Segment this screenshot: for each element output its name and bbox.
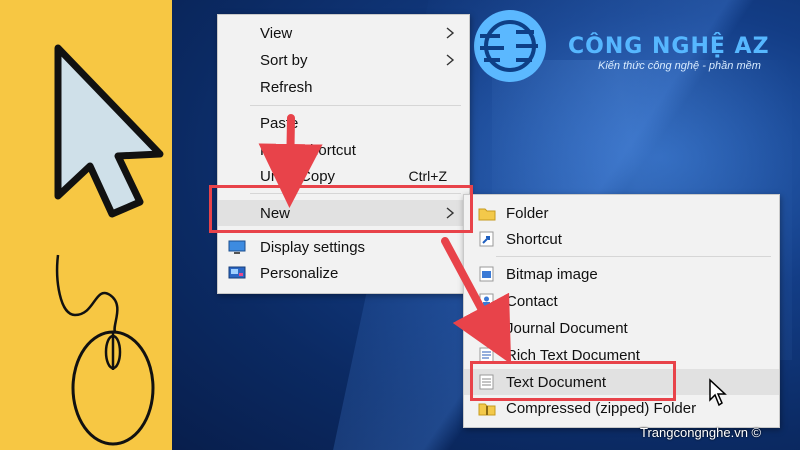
folder-icon [478, 208, 496, 221]
screenshot-stage: CÔNG NGHỆ AZ Kiến thức công nghệ - phần … [0, 0, 800, 450]
journal-icon [479, 320, 494, 336]
menu-item-refresh[interactable]: Refresh [218, 75, 469, 99]
chevron-right-icon [446, 54, 455, 66]
watermark-credit: Trangcongnghe.vn © [640, 425, 762, 440]
menu-item-label: Personalize [260, 264, 339, 282]
menu-item-sort-by[interactable]: Sort by [218, 48, 469, 72]
menu-item-label: Paste [260, 114, 299, 132]
shortcut-icon [479, 231, 494, 247]
brand-name: CÔNG NGHỆ AZ [568, 34, 770, 59]
menu-separator [250, 105, 461, 106]
new-item-highlight-box [209, 185, 473, 233]
submenu-item-label: Contact [506, 292, 558, 310]
mouse-icon [55, 254, 155, 446]
submenu-item-folder[interactable]: Folder [464, 201, 779, 225]
submenu-item-contact[interactable]: Contact [464, 289, 779, 313]
submenu-item-label: Compressed (zipped) Folder [506, 399, 697, 417]
brand-logo-icon [474, 10, 546, 82]
menu-item-shortcut: Ctrl+Z [408, 168, 448, 184]
menu-item-label: View [260, 24, 293, 42]
submenu-item-shortcut[interactable]: Shortcut [464, 227, 779, 251]
big-cursor-icon [54, 44, 164, 218]
submenu-item-journal-document[interactable]: Journal Document [464, 316, 779, 340]
personalize-icon [228, 266, 246, 279]
submenu-item-label: Shortcut [506, 230, 562, 248]
submenu-item-bitmap-image[interactable]: Bitmap image [464, 262, 779, 286]
menu-item-label: Sort by [260, 51, 308, 69]
contact-icon [479, 293, 494, 309]
menu-item-display-settings[interactable]: Display settings [218, 235, 469, 259]
bitmap-icon [479, 266, 494, 282]
display-settings-icon [228, 240, 246, 254]
brand-tagline: Kiến thức công nghệ - phần mềm [598, 60, 761, 72]
submenu-item-label: Folder [506, 204, 549, 222]
desktop-context-menu: View Sort by Refresh Paste Paste shortcu… [217, 14, 470, 294]
menu-item-view[interactable]: View [218, 21, 469, 45]
menu-item-label: Undo Copy [260, 167, 336, 185]
left-decorative-panel [0, 0, 172, 450]
menu-item-personalize[interactable]: Personalize [218, 261, 469, 285]
menu-item-label: Refresh [260, 78, 313, 96]
text-document-highlight-box [470, 361, 676, 401]
menu-item-label: Paste shortcut [260, 141, 356, 159]
submenu-item-label: Bitmap image [506, 265, 598, 283]
chevron-right-icon [446, 27, 455, 39]
menu-item-paste[interactable]: Paste [218, 111, 469, 135]
menu-item-paste-shortcut[interactable]: Paste shortcut [218, 138, 469, 162]
menu-item-label: Display settings [260, 238, 366, 256]
submenu-item-label: Journal Document [506, 319, 628, 337]
menu-separator [496, 256, 771, 257]
zip-folder-icon [478, 403, 496, 416]
mouse-pointer-icon [709, 378, 727, 407]
